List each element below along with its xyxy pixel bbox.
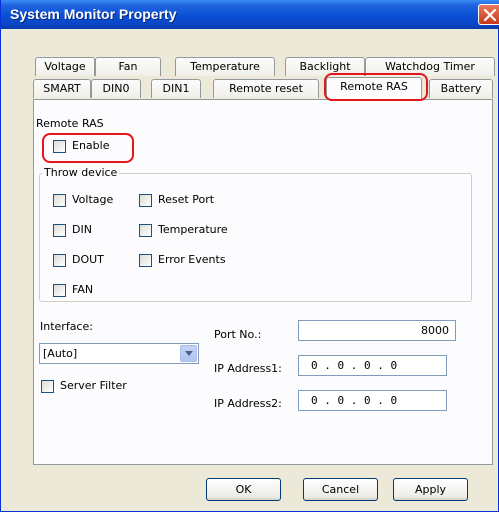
error-events-checkbox[interactable] [139, 254, 152, 267]
ip-address2-label: IP Address2: [214, 397, 282, 410]
dialog-window: System Monitor Property Voltage Fan Temp… [0, 0, 499, 512]
cancel-button[interactable]: Cancel [303, 478, 378, 501]
apply-button[interactable]: Apply [393, 478, 468, 501]
tab-fan[interactable]: Fan [95, 57, 161, 76]
tab-voltage[interactable]: Voltage [35, 57, 95, 76]
ip-address1-value: 0 . 0 . 0 . 0 [311, 359, 398, 372]
close-icon [483, 8, 497, 22]
tab-remote-reset[interactable]: Remote reset [213, 79, 319, 98]
throw-device-label: Throw device [42, 166, 120, 179]
tab-temperature[interactable]: Temperature [175, 57, 275, 76]
ip-address2-input[interactable]: 0 . 0 . 0 . 0 [298, 390, 447, 411]
highlight-remote-ras-tab [324, 73, 428, 101]
ip-address1-label: IP Address1: [214, 362, 282, 375]
voltage-checkbox[interactable] [53, 194, 66, 207]
port-input[interactable]: 8000 [298, 320, 456, 341]
interface-label: Interface: [40, 320, 93, 333]
dout-label: DOUT [72, 253, 104, 266]
interface-selected-value: [Auto] [43, 347, 78, 360]
remote-ras-group-label: Remote RAS [36, 117, 104, 130]
server-filter-label: Server Filter [60, 379, 127, 392]
interface-select[interactable]: [Auto] [39, 343, 199, 364]
close-button[interactable] [478, 4, 499, 25]
dropdown-arrow-button[interactable] [180, 345, 197, 362]
port-value: 8000 [421, 324, 449, 337]
reset-port-checkbox[interactable] [139, 194, 152, 207]
ok-button[interactable]: OK [206, 478, 281, 501]
fan-checkbox[interactable] [53, 284, 66, 297]
voltage-label: Voltage [72, 193, 114, 206]
server-filter-checkbox[interactable] [41, 380, 54, 393]
temperature-checkbox[interactable] [139, 224, 152, 237]
din-checkbox[interactable] [53, 224, 66, 237]
highlight-enable [42, 133, 134, 163]
ip-address1-input[interactable]: 0 . 0 . 0 . 0 [298, 355, 447, 376]
din-label: DIN [72, 223, 92, 236]
fan-label: FAN [72, 283, 94, 296]
reset-port-label: Reset Port [158, 193, 215, 206]
tab-din1[interactable]: DIN1 [151, 79, 201, 98]
dout-checkbox[interactable] [53, 254, 66, 267]
error-events-label: Error Events [158, 253, 226, 266]
tab-smart[interactable]: SMART [33, 79, 91, 98]
temperature-label: Temperature [158, 223, 228, 236]
window-title: System Monitor Property [10, 6, 177, 22]
chevron-down-icon [185, 351, 193, 356]
tab-battery[interactable]: Battery [429, 79, 493, 98]
tab-din0[interactable]: DIN0 [91, 79, 141, 98]
tab-panel-remote-ras: Remote RAS Enable Throw device Voltage D… [33, 99, 493, 465]
title-bar[interactable]: System Monitor Property [1, 0, 499, 29]
port-label: Port No.: [214, 328, 262, 341]
ip-address2-value: 0 . 0 . 0 . 0 [311, 394, 398, 407]
